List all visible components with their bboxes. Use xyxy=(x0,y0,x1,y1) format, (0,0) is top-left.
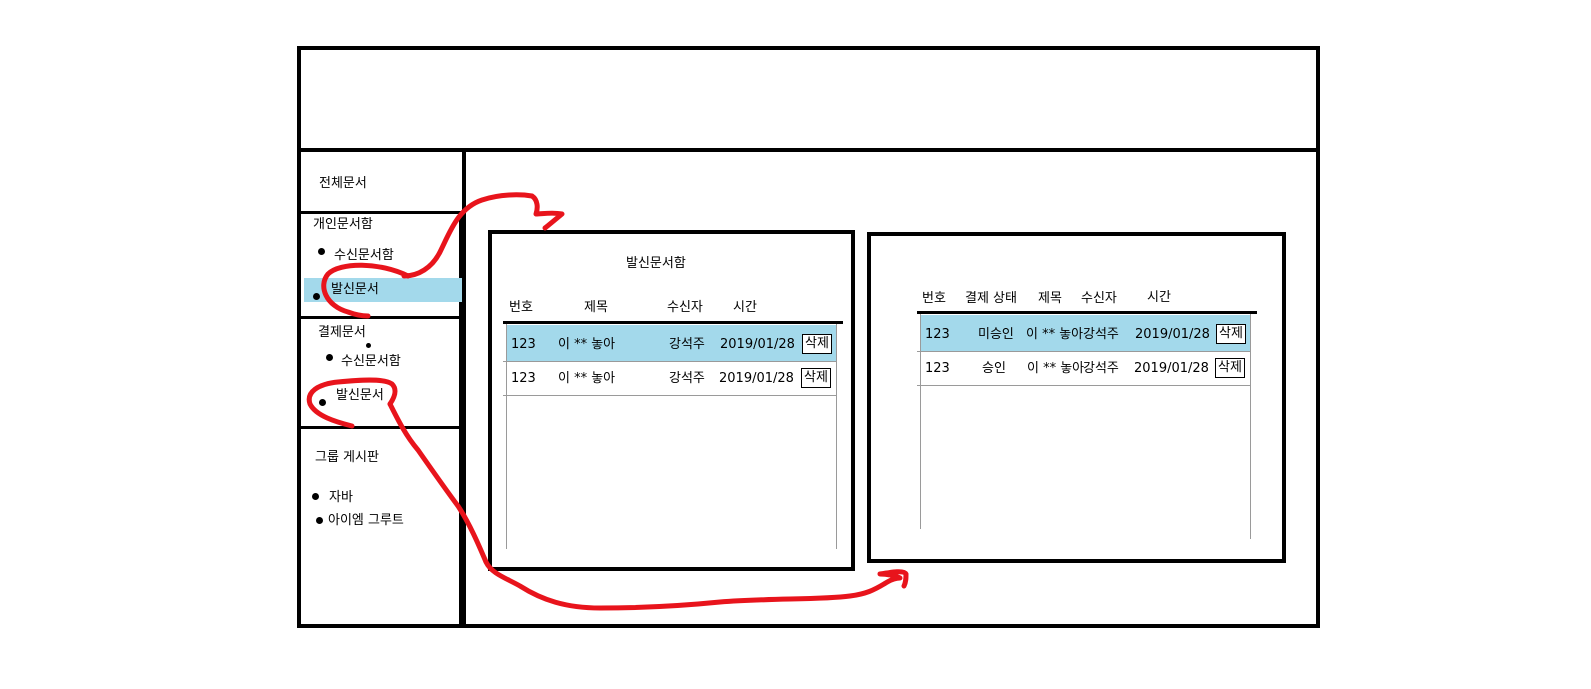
sidebar-section-group[interactable]: 그룹 게시판 xyxy=(315,450,379,466)
sidebar-item-personal-inbox[interactable]: 수신문서함 xyxy=(334,248,394,264)
row-divider xyxy=(917,351,1251,352)
header-bar xyxy=(297,46,1320,152)
cell-time: 2019/01/28 xyxy=(1135,327,1210,342)
table-header-rule xyxy=(917,311,1257,314)
sidebar-item-approval-inbox[interactable]: 수신문서함 xyxy=(341,354,401,370)
cell-time: 2019/01/28 xyxy=(1134,361,1209,376)
sidebar-item-approval-sent[interactable]: 발신문서 xyxy=(336,388,384,404)
cell-status: 승인 xyxy=(982,361,1006,376)
cell-recipient: 강석주 xyxy=(1083,327,1119,342)
cell-status: 미승인 xyxy=(978,327,1014,342)
sidebar-section-personal[interactable]: 개인문서함 xyxy=(313,217,373,233)
column-header-no: 번호 xyxy=(922,291,946,306)
sidebar-divider xyxy=(301,426,462,429)
cell-recipient: 강석주 xyxy=(669,371,705,386)
column-header-no: 번호 xyxy=(509,300,533,315)
column-header-time: 시간 xyxy=(1147,290,1171,305)
table-border xyxy=(1250,314,1251,539)
table-border xyxy=(836,324,837,549)
delete-button[interactable]: 삭제 xyxy=(1215,358,1245,378)
bullet-icon xyxy=(319,399,326,406)
bullet-icon xyxy=(313,293,320,300)
delete-button[interactable]: 삭제 xyxy=(801,368,831,388)
sidebar-section-approval[interactable]: 결제문서 xyxy=(318,325,366,341)
cell-subject[interactable]: 이 ** 놓아 xyxy=(558,337,615,353)
cell-time: 2019/01/28 xyxy=(719,371,794,386)
row-divider xyxy=(503,395,837,396)
delete-button[interactable]: 삭제 xyxy=(802,334,832,354)
column-header-status: 결제 상태 xyxy=(965,291,1017,306)
bullet-icon xyxy=(326,354,333,361)
cell-no: 123 xyxy=(511,337,536,352)
cell-recipient: 강석주 xyxy=(1083,361,1119,376)
bullet-icon xyxy=(318,248,325,255)
sent-docs-panel xyxy=(488,230,855,571)
row-divider xyxy=(503,361,837,362)
delete-button[interactable]: 삭제 xyxy=(1216,324,1246,344)
column-header-recipient: 수신자 xyxy=(1081,291,1117,306)
cell-no: 123 xyxy=(925,327,950,342)
cell-subject[interactable]: 이 ** 놓아 xyxy=(1026,327,1083,343)
sidebar-inner-edge xyxy=(459,214,462,625)
cell-time: 2019/01/28 xyxy=(720,337,795,352)
bullet-icon xyxy=(312,493,319,500)
sidebar-divider xyxy=(301,211,462,214)
cell-recipient: 강석주 xyxy=(669,337,705,352)
table-header-rule xyxy=(503,321,843,324)
approval-docs-panel xyxy=(867,232,1286,563)
sidebar-item-personal-sent[interactable]: 발신문서 xyxy=(331,282,379,298)
bullet-icon xyxy=(316,517,323,524)
cell-no: 123 xyxy=(511,371,536,386)
column-header-subject: 제목 xyxy=(1038,291,1062,306)
column-header-recipient: 수신자 xyxy=(667,300,703,315)
sidebar-divider xyxy=(301,316,462,319)
column-header-time: 시간 xyxy=(733,300,757,315)
sidebar-item-group-iam-groot[interactable]: 아이엠 그루트 xyxy=(328,513,404,529)
row-divider xyxy=(917,385,1251,386)
sidebar-item-personal-sent-highlight[interactable] xyxy=(304,278,462,302)
cell-subject[interactable]: 이 ** 놓아 xyxy=(558,371,615,387)
sidebar-item-group-java[interactable]: 자바 xyxy=(329,490,353,506)
column-header-subject: 제목 xyxy=(584,300,608,315)
panel-title: 발신문서함 xyxy=(626,256,686,271)
sidebar-item-all-docs[interactable]: 전체문서 xyxy=(319,176,367,192)
bullet-icon xyxy=(366,343,371,348)
cell-subject[interactable]: 이 ** 놓아 xyxy=(1027,361,1084,377)
cell-no: 123 xyxy=(925,361,950,376)
